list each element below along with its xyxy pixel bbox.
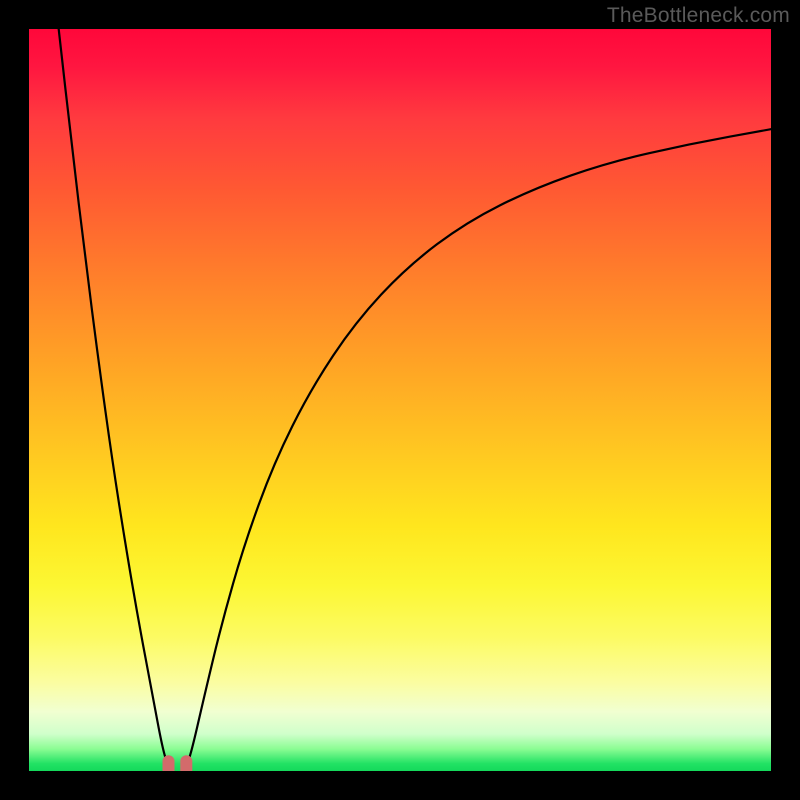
bottom-u-marker [168, 761, 186, 771]
watermark-text: TheBottleneck.com [607, 4, 790, 28]
curve-right-branch [186, 129, 771, 767]
chart-frame: TheBottleneck.com [0, 0, 800, 800]
curve-layer [29, 29, 771, 771]
plot-area [29, 29, 771, 771]
curve-left-branch [59, 29, 169, 767]
